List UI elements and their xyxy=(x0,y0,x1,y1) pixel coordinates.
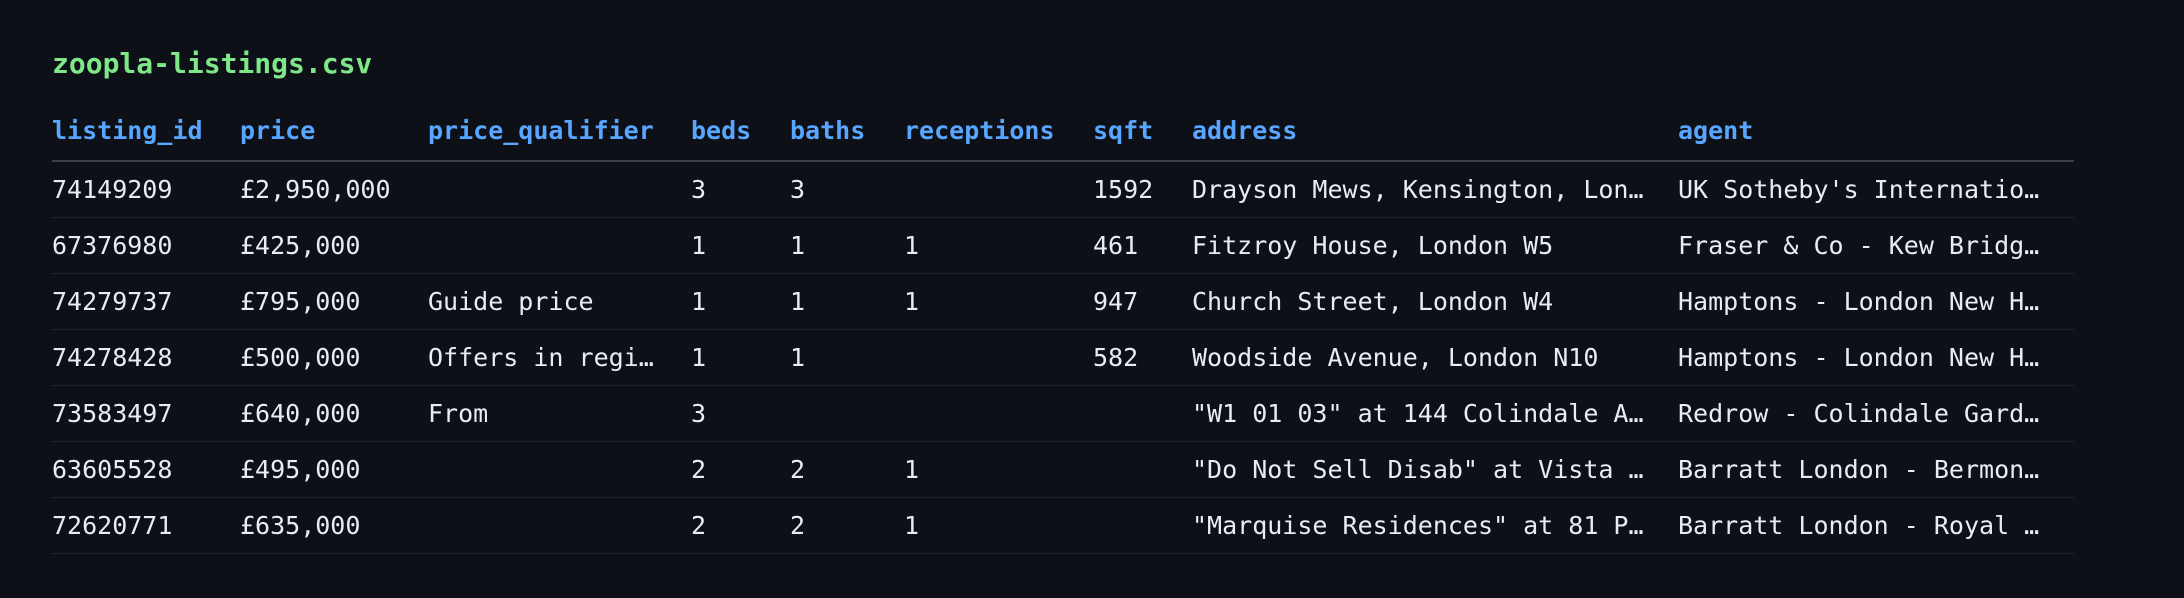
cell-agent: Barratt London - Bermon… xyxy=(1678,441,2074,498)
column-header-baths[interactable]: baths xyxy=(790,100,904,162)
header-row: listing_id price price_qualifier beds ba… xyxy=(52,100,2074,162)
cell-beds: 3 xyxy=(691,385,790,442)
cell-listing-id: 67376980 xyxy=(52,217,240,274)
cell-sqft xyxy=(1093,385,1192,442)
cell-price-qualifier: Guide price xyxy=(428,273,691,330)
cell-listing-id: 72620771 xyxy=(52,497,240,554)
cell-sqft xyxy=(1093,497,1192,554)
cell-receptions: 1 xyxy=(904,441,1093,498)
cell-baths: 3 xyxy=(790,161,904,218)
cell-listing-id: 74149209 xyxy=(52,161,240,218)
cell-listing-id: 63605528 xyxy=(52,441,240,498)
cell-receptions xyxy=(904,385,1093,442)
cell-address: Church Street, London W4 xyxy=(1192,273,1678,330)
cell-beds: 1 xyxy=(691,329,790,386)
cell-address: Drayson Mews, Kensington, Lon… xyxy=(1192,161,1678,218)
cell-price-qualifier: Offers in regi… xyxy=(428,329,691,386)
cell-price: £2,950,000 xyxy=(240,161,428,218)
table-row[interactable]: 74278428 £500,000 Offers in regi… 1 1 58… xyxy=(52,329,2074,386)
cell-price: £425,000 xyxy=(240,217,428,274)
cell-receptions: 1 xyxy=(904,273,1093,330)
cell-agent: Redrow - Colindale Gard… xyxy=(1678,385,2074,442)
cell-sqft: 461 xyxy=(1093,217,1192,274)
cell-baths: 2 xyxy=(790,497,904,554)
cell-sqft: 947 xyxy=(1093,273,1192,330)
cell-listing-id: 73583497 xyxy=(52,385,240,442)
cell-beds: 1 xyxy=(691,273,790,330)
cell-beds: 2 xyxy=(691,497,790,554)
cell-listing-id: 74279737 xyxy=(52,273,240,330)
cell-sqft xyxy=(1093,441,1192,498)
cell-price-qualifier xyxy=(428,217,691,274)
table-row[interactable]: 67376980 £425,000 1 1 1 461 Fitzroy Hous… xyxy=(52,217,2074,274)
cell-baths: 1 xyxy=(790,273,904,330)
cell-receptions xyxy=(904,329,1093,386)
cell-listing-id: 74278428 xyxy=(52,329,240,386)
cell-beds: 2 xyxy=(691,441,790,498)
cell-address: "W1 01 03" at 144 Colindale A… xyxy=(1192,385,1678,442)
column-header-price-qualifier[interactable]: price_qualifier xyxy=(428,100,691,162)
column-header-agent[interactable]: agent xyxy=(1678,100,2074,162)
csv-viewer: zoopla-listings.csv listing_id price pri… xyxy=(52,44,2074,554)
cell-agent: UK Sotheby's Internatio… xyxy=(1678,161,2074,218)
cell-baths xyxy=(790,385,904,442)
cell-address: Fitzroy House, London W5 xyxy=(1192,217,1678,274)
cell-price-qualifier xyxy=(428,497,691,554)
cell-price: £795,000 xyxy=(240,273,428,330)
table-row[interactable]: 74149209 £2,950,000 3 3 1592 Drayson Mew… xyxy=(52,161,2074,218)
cell-baths: 1 xyxy=(790,217,904,274)
cell-price-qualifier xyxy=(428,441,691,498)
column-header-price[interactable]: price xyxy=(240,100,428,162)
column-header-receptions[interactable]: receptions xyxy=(904,100,1093,162)
cell-beds: 3 xyxy=(691,161,790,218)
table-row[interactable]: 73583497 £640,000 From 3 "W1 01 03" at 1… xyxy=(52,385,2074,442)
cell-agent: Fraser & Co - Kew Bridg… xyxy=(1678,217,2074,274)
cell-agent: Hamptons - London New H… xyxy=(1678,273,2074,330)
cell-agent: Barratt London - Royal … xyxy=(1678,497,2074,554)
column-header-address[interactable]: address xyxy=(1192,100,1678,162)
cell-price-qualifier xyxy=(428,161,691,218)
column-header-beds[interactable]: beds xyxy=(691,100,790,162)
cell-agent: Hamptons - London New H… xyxy=(1678,329,2074,386)
table-row[interactable]: 74279737 £795,000 Guide price 1 1 1 947 … xyxy=(52,273,2074,330)
cell-receptions xyxy=(904,161,1093,218)
cell-price-qualifier: From xyxy=(428,385,691,442)
cell-receptions: 1 xyxy=(904,217,1093,274)
table-row[interactable]: 72620771 £635,000 2 2 1 "Marquise Reside… xyxy=(52,497,2074,554)
cell-address: "Do Not Sell Disab" at Vista … xyxy=(1192,441,1678,498)
file-title: zoopla-listings.csv xyxy=(52,47,373,80)
cell-price: £640,000 xyxy=(240,385,428,442)
cell-address: "Marquise Residences" at 81 P… xyxy=(1192,497,1678,554)
cell-price: £500,000 xyxy=(240,329,428,386)
cell-price: £495,000 xyxy=(240,441,428,498)
cell-address: Woodside Avenue, London N10 xyxy=(1192,329,1678,386)
cell-sqft: 1592 xyxy=(1093,161,1192,218)
cell-baths: 1 xyxy=(790,329,904,386)
cell-beds: 1 xyxy=(691,217,790,274)
column-header-sqft[interactable]: sqft xyxy=(1093,100,1192,162)
table-row[interactable]: 63605528 £495,000 2 2 1 "Do Not Sell Dis… xyxy=(52,441,2074,498)
cell-sqft: 582 xyxy=(1093,329,1192,386)
cell-baths: 2 xyxy=(790,441,904,498)
cell-receptions: 1 xyxy=(904,497,1093,554)
cell-price: £635,000 xyxy=(240,497,428,554)
column-header-listing-id[interactable]: listing_id xyxy=(52,100,240,162)
csv-table: listing_id price price_qualifier beds ba… xyxy=(52,100,2074,554)
